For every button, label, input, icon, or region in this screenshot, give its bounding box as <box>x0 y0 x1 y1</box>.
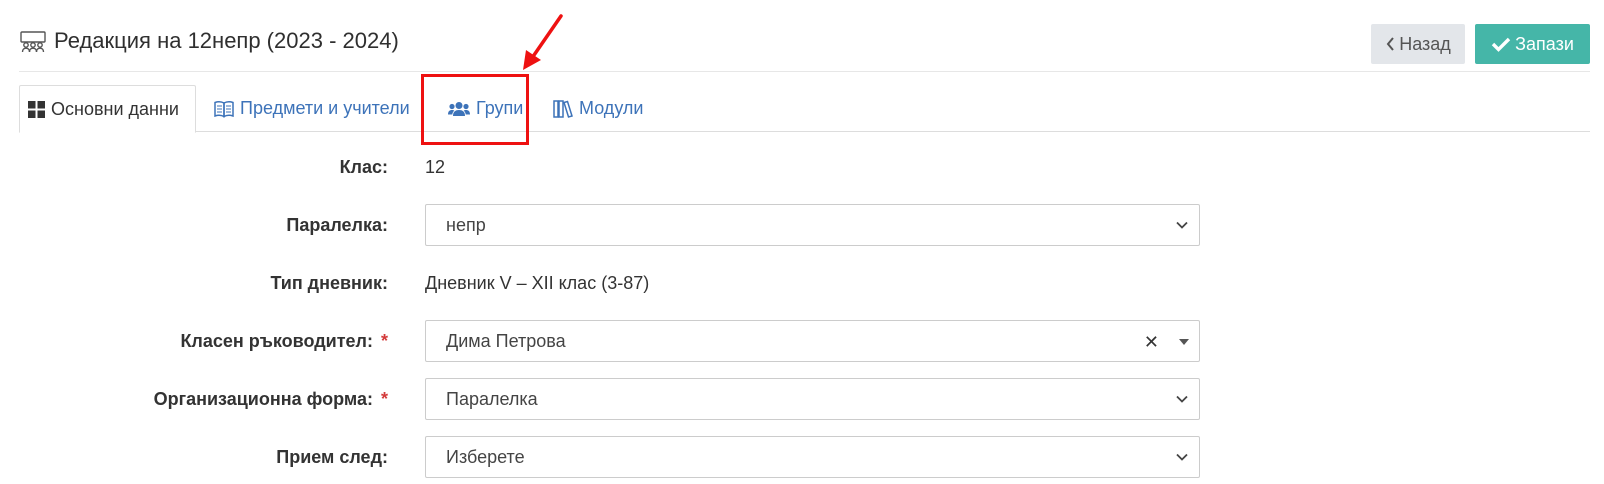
form-row-class-teacher: Класен ръководител: * Дима Петрова ✕ <box>0 320 1604 362</box>
form-row-admission-after: Прием след: Изберете <box>0 436 1604 478</box>
chevron-left-icon <box>1385 36 1395 52</box>
tab-label: Модули <box>579 98 644 118</box>
book-open-icon <box>214 100 234 118</box>
save-button-label: Запази <box>1515 33 1574 54</box>
caret-down-icon[interactable] <box>1179 339 1189 345</box>
page-title: Редакция на 12непр (2023 - 2024) <box>54 28 399 53</box>
admission-after-label: Прием след: <box>276 446 388 467</box>
back-button[interactable]: Назад <box>1371 24 1465 64</box>
form-row-diary-type: Тип дневник: Дневник V – XII клас (3-87) <box>0 262 1604 304</box>
class-teacher-select[interactable]: Дима Петрова ✕ <box>425 320 1200 362</box>
form-row-section: Паралелка: непр <box>0 204 1604 246</box>
section-select-value: непр <box>446 214 486 235</box>
grid-icon <box>28 100 45 118</box>
class-value: 12 <box>425 156 446 177</box>
form-row-class: Клас: 12 <box>0 146 1604 188</box>
diary-type-value: Дневник V – XII клас (3-87) <box>425 272 650 293</box>
tab-modules[interactable]: Модули <box>545 85 655 132</box>
section-label: Паралелка: <box>286 214 388 235</box>
org-form-label: Организационна форма: * <box>153 388 388 409</box>
form-row-org-form: Организационна форма: * Паралелка <box>0 378 1604 420</box>
class-teacher-label: Класен ръководител: * <box>180 330 388 351</box>
tab-label: Предмети и учители <box>240 98 410 118</box>
required-marker: * <box>380 388 388 409</box>
tab-subjects-teachers[interactable]: Предмети и учители <box>206 85 436 132</box>
check-icon <box>1491 36 1511 52</box>
class-label: Клас: <box>339 156 388 177</box>
admission-after-select[interactable]: Изберете <box>425 436 1200 478</box>
diary-type-label: Тип дневник: <box>270 272 388 293</box>
required-marker: * <box>380 330 388 351</box>
chevron-down-icon <box>1176 221 1188 229</box>
org-form-select-value: Паралелка <box>446 388 538 409</box>
chevron-down-icon <box>1176 395 1188 403</box>
tab-label: Основни данни <box>51 98 179 119</box>
tab-bar: Основни данни Предмети и учители Групи М… <box>19 85 1590 133</box>
tab-basic-data[interactable]: Основни данни <box>19 85 196 133</box>
save-button[interactable]: Запази <box>1475 24 1590 64</box>
annotation-highlight-box <box>421 74 529 145</box>
annotation-arrow-icon <box>523 14 563 70</box>
books-icon <box>553 99 573 118</box>
back-button-label: Назад <box>1399 33 1451 54</box>
class-teacher-select-value: Дима Петрова <box>446 330 566 351</box>
clear-selection-icon[interactable]: ✕ <box>1144 332 1159 353</box>
users-outline-icon <box>20 28 46 54</box>
org-form-select[interactable]: Паралелка <box>425 378 1200 420</box>
admission-after-select-value: Изберете <box>446 446 525 467</box>
section-select[interactable]: непр <box>425 204 1200 246</box>
header-divider <box>19 71 1590 72</box>
page-header: Редакция на 12непр (2023 - 2024) <box>20 24 399 58</box>
chevron-down-icon <box>1176 453 1188 461</box>
